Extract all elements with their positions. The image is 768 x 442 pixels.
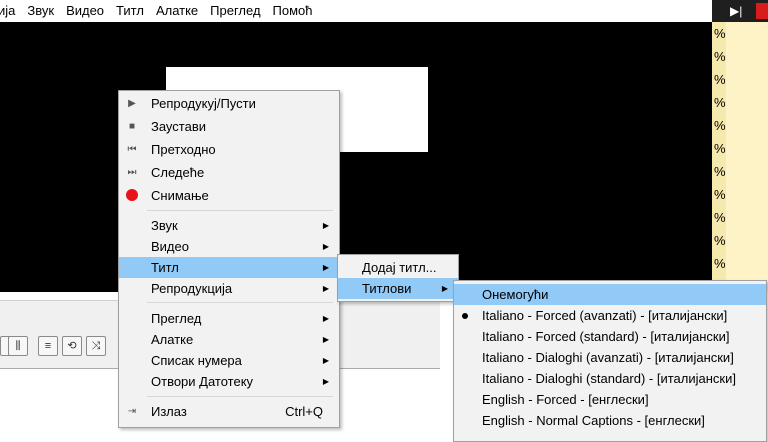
menu-media[interactable]: ија: [0, 0, 21, 22]
menu-item-stop[interactable]: ■ Заустави: [119, 116, 339, 137]
menu-item-tools[interactable]: Алатке ▶: [119, 329, 339, 350]
previous-icon: ⏮: [127, 144, 137, 155]
track-item[interactable]: Italiano - Forced (avanzati) - [италијан…: [454, 305, 766, 326]
menu-item-previous[interactable]: ⏮ Претходно: [119, 139, 339, 160]
percent-mark: %: [714, 256, 726, 271]
chevron-right-icon: ▶: [322, 314, 329, 323]
shuffle-icon[interactable]: ⤨: [86, 336, 106, 356]
percent-mark: %: [714, 118, 726, 133]
percent-mark: %: [714, 233, 726, 248]
menu-video[interactable]: Видео: [60, 0, 110, 22]
percent-mark: %: [714, 49, 726, 64]
chevron-right-icon: ▶: [322, 221, 329, 230]
equalizer-icon[interactable]: ⫼: [8, 336, 28, 356]
chevron-right-icon: ▶: [322, 377, 329, 386]
percent-mark: %: [714, 210, 726, 225]
context-menu: ▶ Репродукуј/Пусти ■ Заустави ⏮ Претходн…: [118, 90, 340, 428]
menu-bar: ија Звук Видео Титл Алатке Преглед Помоћ: [0, 0, 712, 22]
track-item[interactable]: English - Normal Captions - [енглески]: [454, 410, 766, 431]
menu-separator: [147, 302, 333, 303]
menu-item-next[interactable]: ⏭ Следеће: [119, 162, 339, 183]
chevron-right-icon: ▶: [441, 284, 448, 293]
track-item[interactable]: Italiano - Dialoghi (standard) - [италиј…: [454, 368, 766, 389]
menu-audio[interactable]: Звук: [21, 0, 60, 22]
menu-item-open-file[interactable]: Отвори Датотеку ▶: [119, 371, 339, 392]
exit-icon: ⇥: [127, 406, 137, 417]
percent-mark: %: [714, 164, 726, 179]
menu-help[interactable]: Помоћ: [267, 0, 319, 22]
chevron-right-icon: ▶: [322, 284, 329, 293]
menu-item-video[interactable]: Видео ▶: [119, 236, 339, 257]
play-icon: ▶: [128, 98, 136, 109]
track-item[interactable]: Italiano - Dialoghi (avanzati) - [италиј…: [454, 347, 766, 368]
percent-mark: %: [714, 141, 726, 156]
menu-item-quit[interactable]: ⇥ Излаз Ctrl+Q: [119, 401, 339, 422]
chevron-right-icon: ▶: [322, 242, 329, 251]
menu-item-view[interactable]: Преглед ▶: [119, 308, 339, 329]
next-icon: ⏭: [127, 167, 137, 178]
record-icon: [126, 189, 138, 201]
track-disable[interactable]: Онемогући: [454, 284, 766, 305]
percent-mark: %: [714, 72, 726, 87]
subtitle-submenu: Додај титл... Титлови ▶: [337, 254, 459, 302]
chevron-right-icon: ▶: [322, 335, 329, 344]
app-badge-icon: [756, 3, 768, 19]
track-item[interactable]: English - Forced - [енглески]: [454, 389, 766, 410]
playlist-icon[interactable]: ≡: [38, 336, 58, 356]
menu-item-subtitle-tracks[interactable]: Титлови ▶: [338, 278, 458, 299]
menu-item-play[interactable]: ▶ Репродукуј/Пусти: [119, 93, 339, 114]
menu-view[interactable]: Преглед: [204, 0, 266, 22]
subtitle-tracks-submenu: Онемогући Italiano - Forced (avanzati) -…: [453, 280, 767, 442]
menu-tools[interactable]: Алатке: [150, 0, 204, 22]
menu-item-audio[interactable]: Звук ▶: [119, 215, 339, 236]
percent-mark: %: [714, 95, 726, 110]
chevron-right-icon: ▶: [322, 356, 329, 365]
menu-item-playlist[interactable]: Списак нумера ▶: [119, 350, 339, 371]
loop-icon[interactable]: ⟲: [62, 336, 82, 356]
percent-mark: %: [714, 187, 726, 202]
menu-item-add-subtitle[interactable]: Додај титл...: [338, 257, 458, 278]
skip-icon[interactable]: ▶|: [730, 4, 742, 18]
menu-item-record[interactable]: Снимање: [119, 185, 339, 206]
track-item[interactable]: Italiano - Forced (standard) - [италијан…: [454, 326, 766, 347]
menu-item-playback[interactable]: Репродукција ▶: [119, 278, 339, 299]
video-area[interactable]: [0, 22, 712, 292]
menu-subtitle[interactable]: Титл: [110, 0, 150, 22]
menu-separator: [147, 396, 333, 397]
percent-mark: %: [714, 26, 726, 41]
stop-icon: ■: [128, 121, 136, 132]
title-bar-controls: ▶|: [712, 0, 768, 22]
menu-separator: [147, 210, 333, 211]
menu-item-subtitle[interactable]: Титл ▶: [119, 257, 339, 278]
radio-selected-icon: [462, 313, 468, 319]
shortcut-text: Ctrl+Q: [285, 404, 323, 419]
chevron-right-icon: ▶: [322, 263, 329, 272]
